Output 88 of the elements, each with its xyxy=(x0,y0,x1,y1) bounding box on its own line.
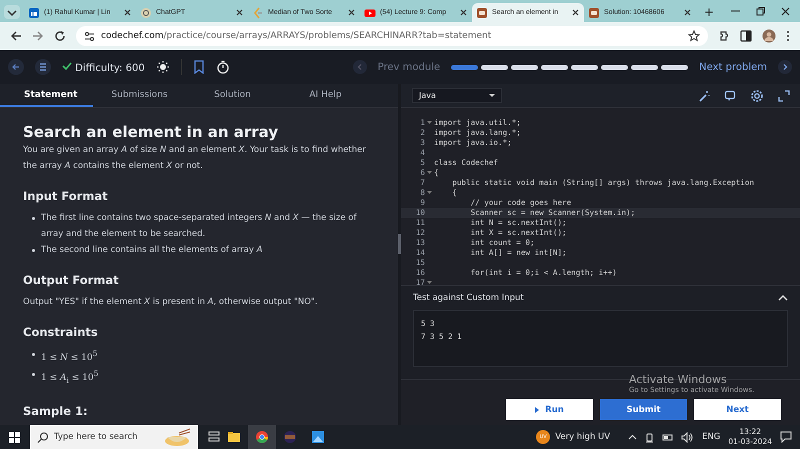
language-indicator[interactable]: ENG xyxy=(702,432,720,442)
panel-tab[interactable]: Submissions xyxy=(93,84,186,107)
weather-text: Very high UV xyxy=(555,432,610,442)
site-settings-icon[interactable] xyxy=(84,30,95,42)
search-icon xyxy=(37,432,48,442)
chrome-icon[interactable] xyxy=(255,430,269,444)
fold-icon[interactable] xyxy=(427,171,432,174)
fold-icon[interactable] xyxy=(427,121,432,124)
problem-title: Search an element in an array xyxy=(23,122,280,142)
circle-logo-icon xyxy=(140,6,152,18)
eclipse-icon[interactable] xyxy=(283,430,297,444)
bullet-icon xyxy=(32,217,35,220)
chevron-icon[interactable] xyxy=(628,433,638,441)
bullet-icon xyxy=(32,249,35,252)
close-icon[interactable] xyxy=(459,8,468,17)
bullet-icon xyxy=(32,373,35,376)
play-logo-icon xyxy=(364,6,376,18)
close-icon[interactable] xyxy=(683,8,692,17)
fold-icon[interactable] xyxy=(427,191,432,194)
close-icon[interactable] xyxy=(781,6,790,16)
task-view-icon[interactable] xyxy=(208,431,220,443)
section-heading: Input Format xyxy=(23,188,109,204)
resize-handle[interactable] xyxy=(398,234,401,254)
star-icon[interactable] xyxy=(688,30,700,42)
language-dropdown[interactable]: Java xyxy=(412,88,502,103)
battery-icon[interactable] xyxy=(662,432,674,442)
panel-tab[interactable]: Solution xyxy=(186,84,279,107)
bookmark-icon[interactable] xyxy=(192,60,205,74)
panel-tab[interactable]: Statement xyxy=(0,84,93,107)
square-logo-icon xyxy=(476,6,488,18)
caret-icon xyxy=(489,94,495,97)
puzzle-icon[interactable] xyxy=(718,30,730,42)
next-problem-link[interactable]: Next problem xyxy=(699,62,767,72)
constraint-text: 1 ≤ A$_{i}$ ≤ 10$^{5}$ xyxy=(41,368,98,387)
speaker-icon[interactable] xyxy=(681,432,694,442)
restore-icon[interactable] xyxy=(756,6,765,16)
magic-wand-icon[interactable] xyxy=(698,90,710,102)
address-field[interactable]: codechef.com/practice/course/arrays/ARRAYS/problems/SEARCHINARR?tab=statement xyxy=(76,26,708,46)
list-icon[interactable] xyxy=(35,59,51,75)
notification-icon[interactable] xyxy=(780,431,792,443)
panel-tab[interactable]: AI Help xyxy=(279,84,372,107)
new-tab-button[interactable]: + xyxy=(704,5,714,19)
close-icon[interactable] xyxy=(571,8,580,17)
list-text: The first line contains two space-separated integers N and X — the size of array and the element to be searched. xyxy=(41,212,358,241)
section-heading: Constraints xyxy=(23,324,99,340)
list-text: The second line contains all the elements of array A xyxy=(41,244,262,257)
chat-icon[interactable] xyxy=(724,90,736,102)
folder-icon[interactable] xyxy=(227,430,241,444)
output-description: Output "YES" if the element X is present in A, otherwise output "NO". xyxy=(23,296,319,309)
problem-description: You are given an array A of size N and an element X. Your task is to find whether the array A contains the element X or not. xyxy=(23,144,367,173)
panel-title: Test against Custom Input xyxy=(413,293,524,303)
start-icon[interactable] xyxy=(9,432,20,442)
sun-icon[interactable] xyxy=(156,60,170,74)
constraint-text: 1 ≤ N ≤ 10$^{5}$ xyxy=(41,348,98,365)
back-icon[interactable] xyxy=(10,30,22,42)
noodle-bowl-icon xyxy=(163,427,191,447)
play-icon xyxy=(535,406,540,412)
difficulty-label: Difficulty: 600 xyxy=(62,60,145,74)
square-logo-icon xyxy=(28,6,40,18)
taskbar-search-field[interactable]: Type here to search xyxy=(30,425,198,449)
section-heading: Sample 1: xyxy=(23,402,89,419)
section-heading: Output Format xyxy=(23,272,120,288)
bullet-icon xyxy=(32,353,35,356)
close-icon[interactable] xyxy=(347,8,356,17)
sidebar-icon[interactable] xyxy=(740,30,752,42)
run-button[interactable]: Run xyxy=(506,399,593,420)
stopwatch-icon[interactable] xyxy=(216,60,230,74)
microphone-icon[interactable] xyxy=(645,432,654,442)
bracket-logo-icon xyxy=(252,6,264,18)
submit-button[interactable]: Submit xyxy=(600,399,687,420)
prev-module-link[interactable]: Prev module xyxy=(378,62,440,72)
activation-notice-title: Activate Windows xyxy=(629,374,728,386)
fold-icon[interactable] xyxy=(427,281,432,284)
avatar-icon[interactable] xyxy=(762,29,776,43)
forward-icon[interactable] xyxy=(32,30,44,42)
next-button[interactable]: Next xyxy=(694,399,781,420)
next-icon[interactable] xyxy=(778,60,792,74)
photos-icon[interactable] xyxy=(311,430,325,444)
more-icon[interactable] xyxy=(786,30,790,42)
chevron-icon[interactable] xyxy=(778,294,788,302)
close-icon[interactable] xyxy=(123,8,132,17)
close-icon[interactable] xyxy=(235,8,244,17)
fullscreen-icon[interactable] xyxy=(778,90,790,102)
settings-icon[interactable] xyxy=(750,88,764,102)
square-logo-icon xyxy=(588,6,600,18)
check-icon xyxy=(62,60,72,70)
reload-icon[interactable] xyxy=(54,30,66,42)
tab-list-icon[interactable] xyxy=(4,5,20,19)
